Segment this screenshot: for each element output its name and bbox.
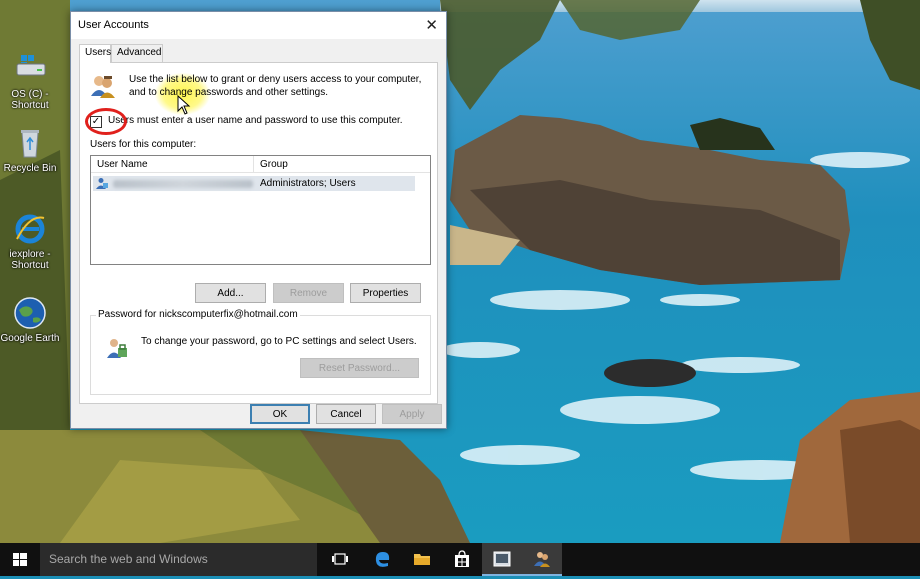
internet-explorer-icon [13,212,47,246]
user-accounts-icon [534,552,550,567]
blurred-user-name [113,180,253,188]
desktop-icon-label: iexplore - [9,249,51,260]
remove-user-button[interactable]: Remove [273,283,344,303]
desktop-icon-label: Shortcut [11,260,49,271]
desktop-icon-recycle-bin[interactable]: Recycle Bin [0,126,60,174]
taskbar-user-accounts[interactable] [522,543,562,576]
taskbar-search-input[interactable]: Search the web and Windows [40,543,317,576]
add-user-button[interactable]: Add... [195,283,266,303]
desktop-icon-label: OS (C) - [11,89,49,100]
users-list[interactable]: User Name Group Administrators; Users [90,155,431,265]
taskbar-file-explorer[interactable] [402,543,442,576]
users-for-computer-label: Users for this computer: [90,139,197,150]
file-explorer-icon [414,554,430,565]
reset-password-button[interactable]: Reset Password... [300,358,419,378]
users-tab-panel: Use the list below to grant or deny user… [79,62,438,404]
users-group-icon [89,72,117,100]
taskbar-store[interactable] [442,543,482,576]
tab-users[interactable]: Users [79,44,111,63]
ok-button[interactable]: OK [250,404,310,424]
user-icon [96,178,108,189]
require-password-label[interactable]: Users must enter a user name and passwor… [108,115,403,126]
password-groupbox: Password for nickscomputerfix@hotmail.co… [90,309,431,395]
start-button[interactable] [0,543,40,576]
task-view-icon [332,553,348,565]
close-icon[interactable]: ✕ [425,16,438,34]
drive-icon [13,52,47,86]
dialog-titlebar[interactable]: User Accounts ✕ [71,12,446,39]
desktop-icon-label: Recycle Bin [3,163,57,174]
cancel-button[interactable]: Cancel [316,404,376,424]
user-group-cell: Administrators; Users [260,178,356,189]
taskbar-screen-recorder[interactable] [482,543,522,576]
store-icon [455,550,469,567]
windows-logo-icon [13,553,27,566]
dialog-title: User Accounts [78,19,149,31]
change-password-text: To change your password, go to PC settin… [141,336,417,347]
tab-advanced[interactable]: Advanced [111,44,163,62]
desktop-icon-os-c-shortcut[interactable]: OS (C) - Shortcut [0,52,60,111]
password-group-legend: Password for nickscomputerfix@hotmail.co… [96,309,300,320]
require-password-checkbox[interactable]: ✓ [90,116,102,128]
desktop-icon-label: Shortcut [11,100,49,111]
task-view-button[interactable] [320,543,360,576]
taskbar: Search the web and Windows [0,543,920,576]
screen-recorder-icon [493,551,511,567]
column-header-group[interactable]: Group [254,156,430,173]
user-accounts-dialog: User Accounts ✕ Users Advanced Use the l… [70,11,447,429]
intro-text: Use the list below to grant or deny user… [129,74,422,98]
taskbar-edge[interactable] [362,543,402,576]
google-earth-icon [13,296,47,330]
table-row[interactable]: Administrators; Users [93,176,415,191]
desktop-icon-iexplore-shortcut[interactable]: iexplore - Shortcut [0,212,60,271]
desktop-icon-label: Google Earth [0,333,60,344]
change-password-icon [105,336,129,360]
desktop-icon-google-earth[interactable]: Google Earth [0,296,60,344]
properties-button[interactable]: Properties [350,283,421,303]
edge-icon [375,552,390,567]
recycle-bin-icon [13,126,47,160]
apply-button[interactable]: Apply [382,404,442,424]
column-header-user-name[interactable]: User Name [91,156,254,173]
